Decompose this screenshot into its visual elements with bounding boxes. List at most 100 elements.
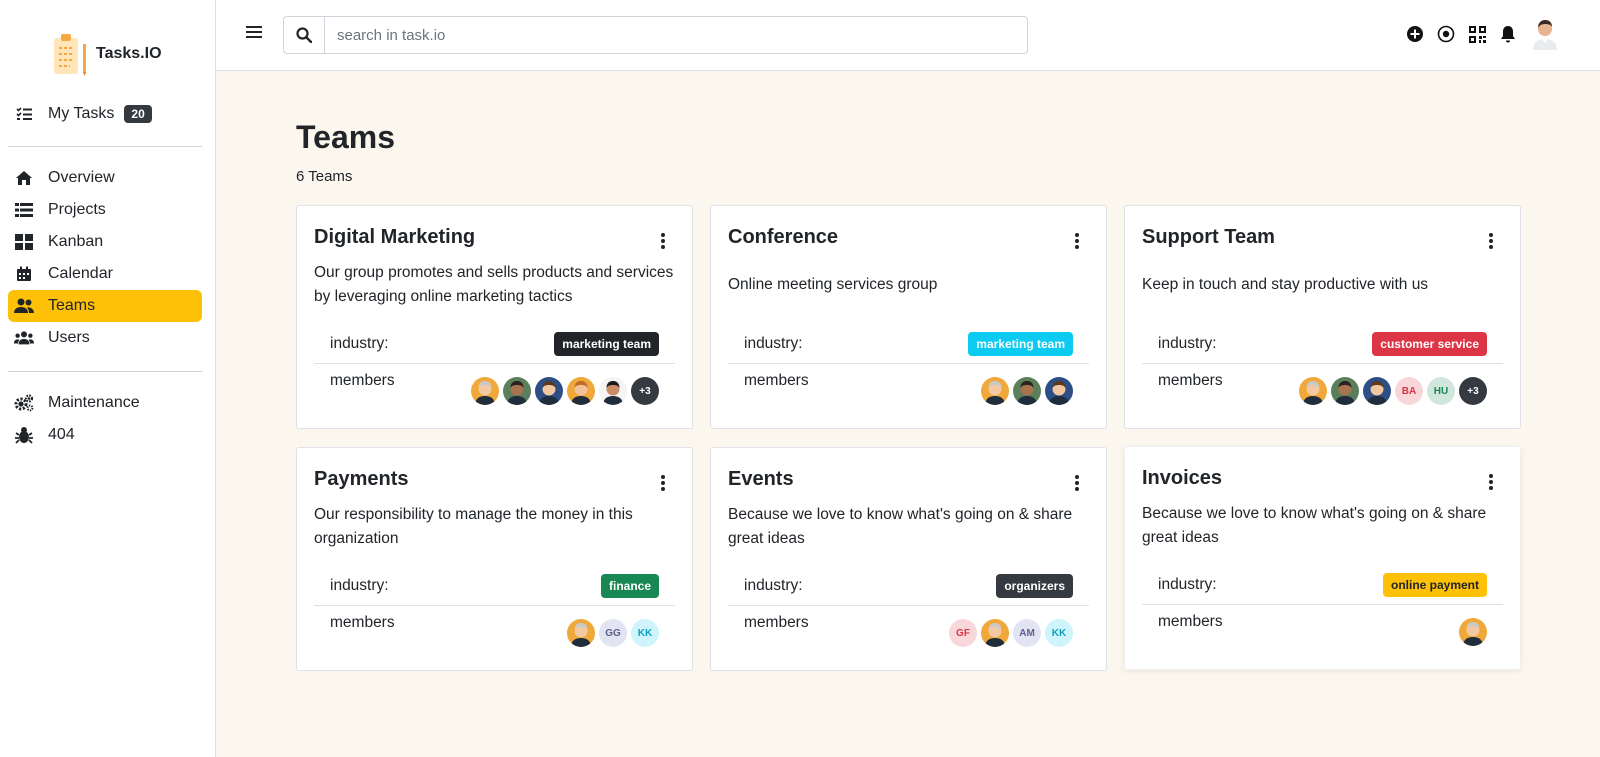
team-card[interactable]: Invoices Because we love to know what's g… [1124,446,1521,670]
members-row: members BA HU +3 [1142,366,1503,406]
member-avatar[interactable] [599,377,627,405]
sidebar-divider [8,146,202,147]
team-card[interactable]: Digital Marketing Our group promotes and … [296,205,693,429]
industry-badge: online payment [1382,572,1487,597]
member-avatar[interactable] [503,377,531,405]
member-avatar[interactable] [1045,377,1073,405]
sidebar-item-label: Teams [48,297,96,314]
industry-row: industry: organizers [728,566,1089,606]
member-initials-avatar[interactable]: BA [1395,377,1423,405]
team-description: Because we love to know what's going on … [1142,505,1487,546]
member-avatars: BA HU +3 [1299,377,1487,405]
more-options-icon[interactable] [1486,230,1496,252]
member-avatars: +3 [471,377,659,405]
sidebar-item-label: Calendar [48,265,113,282]
team-name[interactable]: Invoices [1142,467,1222,490]
members-row: members +3 [314,366,675,406]
user-group-icon [14,328,34,348]
more-options-icon[interactable] [1072,472,1082,494]
cogs-icon [14,393,34,413]
member-avatar[interactable] [1013,377,1041,405]
search-icon[interactable] [284,17,325,53]
sidebar-item-kanban[interactable]: Kanban [8,226,202,258]
member-initials-avatar[interactable]: KK [631,619,659,647]
sidebar-item-calendar[interactable]: Calendar [8,258,202,290]
member-avatar[interactable] [981,619,1009,647]
sidebar-item-404[interactable]: 404 [8,419,202,451]
member-initials-avatar[interactable]: AM [1013,619,1041,647]
members-label: members [744,614,809,631]
member-avatar[interactable] [1459,618,1487,646]
sidebar-item-overview[interactable]: Overview [8,162,202,194]
compass-icon[interactable] [1437,25,1455,43]
more-options-icon[interactable] [658,472,668,494]
more-options-icon[interactable] [658,230,668,252]
user-avatar[interactable] [1530,18,1560,50]
industry-label: industry: [1158,575,1217,593]
team-name[interactable]: Events [728,468,794,491]
member-avatar[interactable] [471,377,499,405]
more-options-icon[interactable] [1486,471,1496,493]
more-members-badge[interactable]: +3 [631,377,659,405]
team-description: Our responsibility to manage the money i… [314,506,633,547]
sidebar-item-label: Kanban [48,233,104,250]
member-avatars: GF AM KK [949,619,1073,647]
brand-name: Tasks.IO [96,45,162,62]
sidebar-item-maintenance[interactable]: Maintenance [8,387,202,419]
sidebar-item-label: 404 [48,426,75,443]
search-bar [283,16,1028,54]
industry-row: industry: marketing team [728,324,1089,364]
members-row: members GG KK [314,608,675,648]
industry-label: industry: [330,334,389,352]
member-avatar[interactable] [535,377,563,405]
list-icon [14,200,34,220]
tasks-list-icon [14,104,34,124]
team-name[interactable]: Payments [314,468,409,491]
sidebar-item-label: Users [48,329,90,346]
users-icon [14,296,34,316]
team-card[interactable]: Events Because we love to know what's goi… [710,447,1107,671]
members-row: members [1142,607,1503,647]
team-card[interactable]: Payments Our responsibility to manage the… [296,447,693,671]
sidebar-item-projects[interactable]: Projects [8,194,202,226]
industry-row: industry: finance [314,566,675,606]
sidebar-item-my-tasks[interactable]: My Tasks 20 [8,98,202,130]
member-initials-avatar[interactable]: GF [949,619,977,647]
sidebar-item-label: My Tasks [48,105,115,122]
more-members-badge[interactable]: +3 [1459,377,1487,405]
sidebar-item-label: Projects [48,201,106,218]
team-name[interactable]: Support Team [1142,226,1275,249]
bell-icon[interactable] [1499,25,1517,43]
member-avatar[interactable] [981,377,1009,405]
industry-badge: customer service [1372,331,1487,356]
sidebar-item-users[interactable]: Users [8,322,202,354]
plus-circle-icon[interactable] [1406,25,1424,43]
industry-badge: marketing team [968,331,1073,356]
hamburger-menu-icon[interactable] [246,24,262,40]
member-initials-avatar[interactable]: KK [1045,619,1073,647]
industry-label: industry: [744,576,803,594]
member-avatar[interactable] [1363,377,1391,405]
team-name[interactable]: Digital Marketing [314,226,475,249]
brand[interactable]: Tasks.IO [50,30,162,78]
member-avatar[interactable] [1331,377,1359,405]
member-initials-avatar[interactable]: GG [599,619,627,647]
member-avatar[interactable] [1299,377,1327,405]
industry-label: industry: [744,334,803,352]
sidebar: Tasks.IO My Tasks 20 Overview Projects K… [0,0,216,757]
qrcode-icon[interactable] [1468,25,1486,43]
more-options-icon[interactable] [1072,230,1082,252]
team-name[interactable]: Conference [728,226,838,249]
member-initials-avatar[interactable]: HU [1427,377,1455,405]
member-avatar[interactable] [567,619,595,647]
sidebar-item-label: Maintenance [48,394,140,411]
members-row: members [728,366,1089,406]
team-card[interactable]: Conference Online meeting services group i… [710,205,1107,429]
search-input[interactable] [325,17,1027,53]
sidebar-item-teams[interactable]: Teams [8,290,202,322]
members-row: members GF AM KK [728,608,1089,648]
team-card[interactable]: Support Team Keep in touch and stay produ… [1124,205,1521,429]
member-avatar[interactable] [567,377,595,405]
page-title: Teams [296,119,396,155]
industry-badge: marketing team [554,331,659,356]
